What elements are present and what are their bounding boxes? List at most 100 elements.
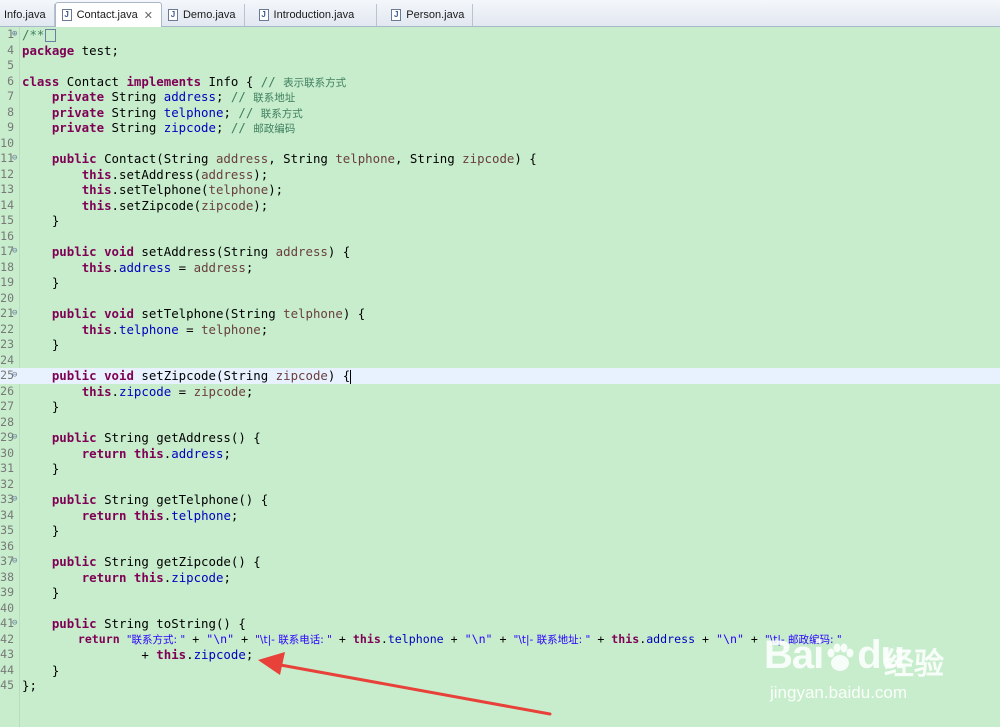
collapse-fold-icon[interactable]: ⊖: [12, 151, 17, 167]
line-number: 7: [7, 89, 14, 103]
tab-demo-java[interactable]: J Demo.java: [162, 4, 245, 26]
collapse-fold-icon[interactable]: ⊖: [12, 554, 17, 570]
collapse-fold-icon[interactable]: ⊖: [12, 492, 17, 508]
code-text: setZipcode(String: [133, 368, 276, 383]
javadoc-comment: /**: [22, 27, 45, 42]
string-literal: "联系方式: ": [126, 633, 186, 646]
code-text: .: [111, 259, 119, 275]
code-line: 18 this.address = address;: [0, 260, 1000, 276]
code-line: 16: [0, 229, 1000, 245]
keyword: class: [22, 73, 60, 89]
tab-person-java[interactable]: J Person.java: [377, 4, 474, 26]
collapse-fold-icon[interactable]: ⊖: [12, 306, 17, 322]
code-line: 8 private String telphone; // 联系方式: [0, 105, 1000, 121]
parameter: address: [275, 244, 328, 259]
code-text: +: [590, 631, 612, 646]
line-number: 31: [0, 461, 14, 475]
keyword: this: [133, 445, 164, 461]
code-text: , String: [268, 151, 336, 166]
parameter: address: [201, 166, 254, 182]
code-text: setAddress(String: [133, 244, 276, 259]
line-number: 16: [0, 228, 14, 243]
collapse-fold-icon[interactable]: ⊖: [12, 616, 17, 632]
keyword: private: [51, 120, 105, 135]
line-number: 36: [0, 538, 14, 553]
line-number: 45: [0, 678, 14, 692]
comment: //: [230, 89, 254, 104]
code-text: Info {: [201, 73, 261, 89]
keyword: this: [81, 383, 112, 399]
code-line: 21 ⊖ public void setTelphone(String telph…: [0, 306, 1000, 322]
collapse-fold-icon[interactable]: ⊖: [12, 430, 17, 446]
comment: 表示联系方式: [283, 76, 347, 89]
java-file-icon: J: [258, 9, 269, 21]
line-number: 39: [0, 585, 14, 599]
line-number: 6: [7, 73, 14, 88]
keyword: this: [133, 569, 164, 585]
keyword: void: [104, 244, 134, 259]
code-text: }: [51, 399, 60, 414]
keyword: this: [352, 631, 381, 646]
line-number: 27: [0, 399, 14, 413]
code-line: 38 return this.zipcode;: [0, 570, 1000, 586]
code-line: 37 ⊖ public String getZipcode() {: [0, 554, 1000, 570]
line-number: 12: [0, 166, 14, 181]
code-text: test;: [74, 42, 119, 58]
expand-fold-icon[interactable]: ⊕: [12, 27, 17, 43]
tab-label: Info.java: [4, 9, 46, 21]
code-text: }: [51, 337, 60, 352]
code-line: 11 ⊖ public Contact(String address, Strin…: [0, 151, 1000, 167]
field: telphone: [387, 631, 444, 646]
code-line: 7 private String address; // 联系地址: [0, 89, 1000, 105]
parameter: zipcode: [193, 383, 246, 399]
collapse-fold-icon[interactable]: ⊖: [12, 244, 17, 260]
line-number: 32: [0, 476, 14, 491]
code-text: Contact: [59, 73, 127, 89]
keyword: public: [51, 306, 97, 321]
code-text: +: [141, 647, 157, 662]
code-text: }: [51, 461, 60, 476]
code-editor[interactable]: 1 ⊕/** 4 package test; 5 6 class Contact im…: [0, 27, 1000, 727]
tab-contact-java[interactable]: J Contact.java ✕: [54, 2, 162, 27]
code-text: .: [111, 321, 119, 337]
code-line: 26 this.zipcode = zipcode;: [0, 384, 1000, 400]
code-line: 20: [0, 291, 1000, 307]
code-text: String getAddress() {: [96, 430, 261, 445]
code-text: String getZipcode() {: [96, 554, 261, 569]
baidu-jingyan-watermark: Bai du 经验 jingyan.baidu.com: [764, 633, 984, 703]
parameter: address: [193, 259, 246, 275]
code-text: ) {: [327, 368, 351, 383]
code-text: ;: [245, 259, 254, 275]
comment: //: [230, 120, 254, 135]
keyword: this: [133, 507, 164, 523]
tab-introduction-java[interactable]: J Introduction.java: [245, 4, 378, 26]
parameter: zipcode: [201, 197, 254, 213]
parameter: address: [215, 151, 269, 166]
line-number: 30: [0, 445, 14, 460]
keyword: return: [81, 445, 127, 461]
string-literal: "\n": [206, 631, 235, 646]
code-line: 4 package test;: [0, 43, 1000, 59]
code-text: .setAddress(: [111, 166, 202, 182]
field: zipcode: [193, 647, 246, 662]
code-text: +: [492, 631, 514, 646]
code-line: 32: [0, 477, 1000, 493]
folded-block-icon[interactable]: [45, 29, 57, 42]
field: address: [646, 631, 696, 646]
line-number: 4: [7, 42, 14, 57]
comment: 联系方式: [260, 107, 303, 120]
code-line: 31 }: [0, 461, 1000, 477]
keyword: package: [22, 42, 75, 58]
keyword: public: [51, 492, 97, 507]
tab-info-java[interactable]: Info.java: [0, 4, 55, 26]
code-text: +: [743, 631, 765, 646]
line-number: 44: [0, 662, 14, 677]
code-text: .: [380, 631, 388, 646]
string-literal: "\t|- 联系电话: ": [255, 633, 332, 646]
close-icon[interactable]: ✕: [144, 9, 153, 22]
paw-icon: [823, 640, 857, 674]
field: zipcode: [119, 383, 172, 399]
code-line: 40: [0, 601, 1000, 617]
keyword: return: [81, 507, 127, 523]
collapse-fold-icon[interactable]: ⊖: [12, 368, 17, 384]
